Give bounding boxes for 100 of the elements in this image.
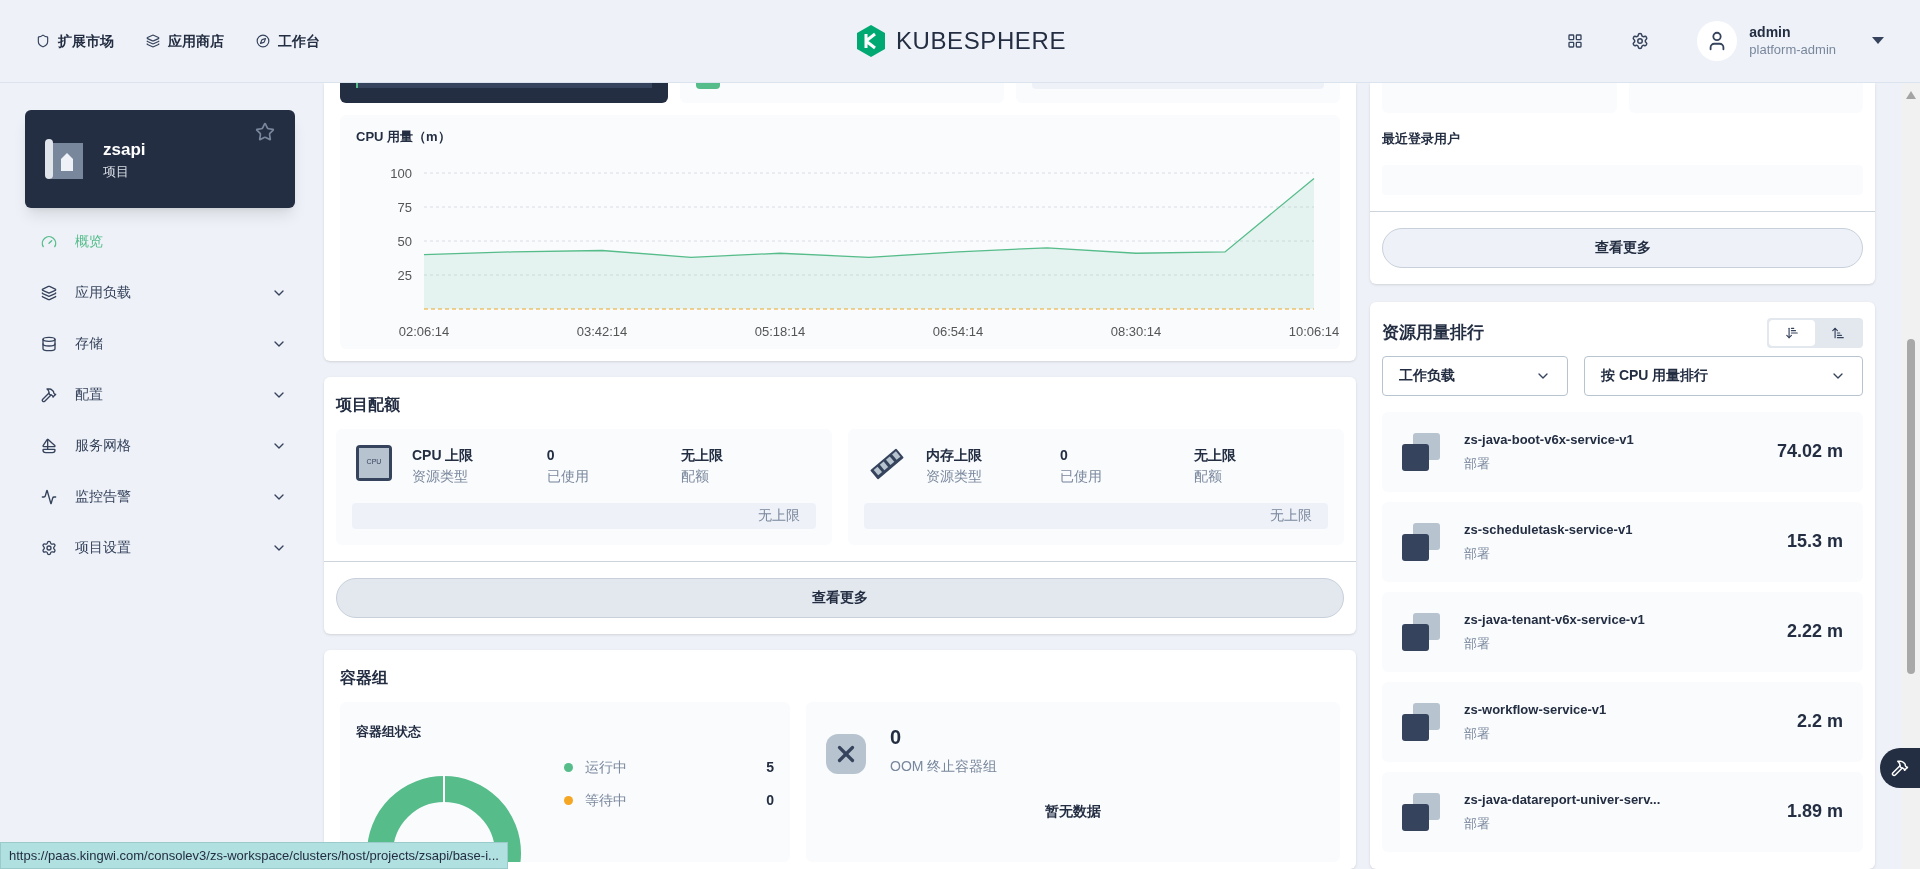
nav-link[interactable]: 工作台 [256, 30, 320, 52]
sort-icon [1785, 325, 1799, 340]
usage-value: 1.89 m [1786, 800, 1843, 823]
usage-bar: 无上限 [352, 502, 816, 529]
filter-select[interactable]: 工作负载 [1382, 355, 1568, 396]
workload-name: zs-java-datareport-univer-serv... [1464, 791, 1662, 809]
menu-item[interactable]: 应用负载 [25, 267, 295, 318]
section-title: 项目配额 [336, 394, 401, 415]
menu-icon [41, 437, 57, 454]
ranking-row[interactable]: zs-scheduletask-service-v1 部署 15.3 m [1382, 501, 1863, 582]
workload-icon [1402, 792, 1440, 831]
workload-name: zs-java-tenant-v6x-service-v1 [1464, 611, 1646, 629]
section-title: 资源用量排行 [1382, 321, 1484, 344]
menu-icon [41, 386, 57, 403]
workload-icon [1402, 702, 1440, 741]
workload-name: zs-java-boot-v6x-service-v1 [1464, 431, 1635, 449]
project-type: 项目 [103, 163, 130, 181]
workload-icon [1402, 522, 1440, 561]
workload-icon [1402, 432, 1440, 471]
avatar-icon[interactable] [1697, 21, 1738, 61]
ranking-row[interactable]: zs-java-tenant-v6x-service-v1 部署 2.22 m [1382, 591, 1863, 672]
apps-icon[interactable] [1567, 33, 1584, 49]
resource-caption: 资源类型 [926, 466, 983, 486]
link-status-bar: https://paas.kingwi.com/consolev3/zs-workspace/clusters/host/projects/zsapi/base-i... [0, 841, 508, 869]
logo-text: KUBESPHERE [895, 26, 1067, 56]
caret-icon[interactable] [1872, 37, 1884, 45]
y-tick-label: 50 [397, 233, 412, 249]
close-icon [826, 733, 866, 774]
y-tick-label: 75 [397, 199, 412, 215]
resource-name: CPU 上限 [412, 445, 475, 465]
usage-bar: 无上限 [864, 502, 1328, 529]
view-more-button[interactable]: 查看更多 [336, 577, 1344, 618]
nav-icon [146, 34, 160, 48]
menu-icon [41, 539, 57, 556]
workload-type: 部署 [1464, 814, 1491, 833]
y-tick-label: 25 [397, 267, 412, 283]
star-icon[interactable] [255, 122, 275, 142]
quota-value: 无上限 [1194, 445, 1237, 465]
workload-name: zs-scheduletask-service-v1 [1464, 521, 1634, 539]
usage-value: 2.2 m [1796, 710, 1843, 733]
y-tick-label: 100 [390, 165, 412, 181]
used-caption: 已使用 [546, 466, 590, 486]
project-name: zsapi [103, 138, 147, 161]
workload-type: 部署 [1464, 724, 1491, 743]
section-subtitle: 最近登录用户 [1382, 130, 1461, 148]
nav-link[interactable]: 应用商店 [146, 30, 224, 52]
workload-icon [1402, 612, 1440, 651]
ranking-row[interactable]: zs-java-boot-v6x-service-v1 部署 74.02 m [1382, 411, 1863, 492]
menu-icon [41, 233, 57, 250]
project-icon [45, 139, 83, 179]
user-name: admin [1749, 24, 1792, 42]
ranking-row[interactable]: zs-java-datareport-univer-serv... 部署 1.89 m [1382, 771, 1863, 852]
empty-text: 暂无数据 [1044, 801, 1102, 821]
hammer-icon [1891, 759, 1909, 777]
usage-value: 2.22 m [1786, 620, 1843, 643]
section-title: 容器组 [340, 667, 389, 688]
menu-item[interactable]: 服务网格 [25, 420, 295, 471]
resource-caption: 资源类型 [412, 466, 469, 486]
ranking-row[interactable]: zs-workflow-service-v1 部署 2.2 m [1382, 681, 1863, 762]
menu-icon [41, 488, 57, 505]
x-tick-label: 06:54:14 [932, 323, 984, 339]
menu-item[interactable]: 监控告警 [25, 471, 295, 522]
status-count: 0 [766, 791, 774, 810]
x-tick-label: 03:42:14 [576, 323, 628, 339]
used-value: 0 [546, 445, 556, 465]
project-card[interactable]: zsapi 项目 [25, 110, 295, 208]
nav-icon [256, 34, 270, 48]
nav-link[interactable]: 扩展市场 [36, 30, 114, 52]
sort-icon [1831, 325, 1845, 340]
resource-name: 内存上限 [926, 445, 983, 465]
workload-type: 部署 [1464, 544, 1491, 563]
workload-name: zs-workflow-service-v1 [1464, 701, 1608, 719]
view-more-button[interactable]: 查看更多 [1382, 227, 1863, 268]
workload-type: 部署 [1464, 634, 1491, 653]
usage-value: 15.3 m [1786, 530, 1843, 553]
menu-item[interactable]: 项目设置 [25, 522, 295, 573]
tool-button[interactable] [1880, 748, 1920, 788]
menu-item[interactable]: 配置 [25, 369, 295, 420]
used-caption: 已使用 [1060, 466, 1103, 486]
menu-icon [41, 335, 57, 352]
used-value: 0 [1060, 445, 1069, 465]
scroll-thumb[interactable] [1907, 339, 1915, 674]
filter-select[interactable]: 按 CPU 用量排行 [1584, 355, 1863, 396]
settings-icon[interactable] [1631, 32, 1650, 50]
x-tick-label: 08:30:14 [1110, 323, 1162, 339]
usage-value: 74.02 m [1776, 440, 1843, 463]
menu-item[interactable]: 存储 [25, 318, 295, 369]
user-role: platform-admin [1749, 41, 1836, 58]
quota-value: 无上限 [681, 445, 725, 465]
x-tick-label: 10:06:14 [1288, 323, 1340, 339]
chart-title: CPU 用量（m） [356, 128, 452, 146]
workload-type: 部署 [1464, 454, 1491, 473]
quota-caption: 配额 [1194, 466, 1223, 486]
status-count: 5 [766, 758, 774, 777]
menu-icon [41, 284, 57, 301]
x-tick-label: 05:18:14 [754, 323, 806, 339]
x-tick-label: 02:06:14 [398, 323, 450, 339]
status-label: 运行中 [585, 758, 628, 777]
sort-button[interactable] [1769, 319, 1815, 346]
oom-count: 0 [890, 724, 903, 750]
